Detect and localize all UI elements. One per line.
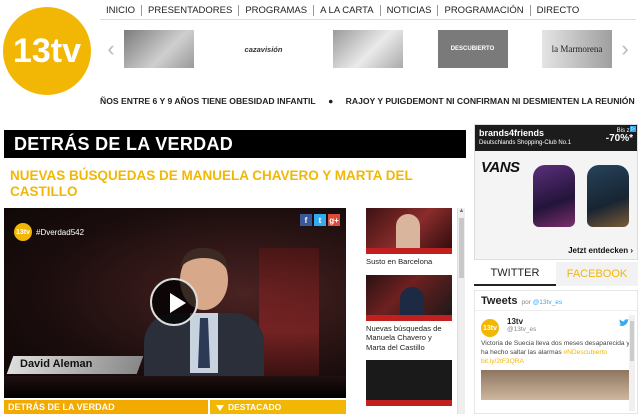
shows-list: cazavisión DESCUBIERTO la Marmorena	[122, 30, 614, 68]
play-button[interactable]	[150, 278, 198, 326]
ad-header: brands4friends Deutschlands Shopping-Club…	[475, 125, 637, 151]
nav-item-directo[interactable]: DIRECTO	[531, 5, 586, 16]
related-video-thumb[interactable]	[366, 274, 452, 321]
ad-cta-link[interactable]: Jetzt entdecken ›	[568, 246, 633, 255]
related-video-caption[interactable]: Susto en Barcelona	[366, 257, 452, 267]
social-tabs: TWITTER FACEBOOK	[474, 262, 638, 286]
video-hashtag: #Dverdad542	[36, 227, 85, 237]
ad-brand-sub: Deutschlands Shopping-Club No.1	[479, 140, 572, 146]
video-hashtag-tag: 13tv #Dverdad542	[14, 223, 84, 241]
twitter-icon[interactable]: t	[314, 214, 326, 226]
video-player[interactable]: 13tv #Dverdad542 f t g+ David Aleman	[4, 208, 346, 398]
thumb-bar	[366, 248, 452, 254]
thumb-bar	[366, 314, 452, 321]
presenter-name: David Aleman	[20, 358, 93, 370]
related-scrollbar[interactable]: ▲	[457, 208, 465, 414]
main-nav: INICIO PRESENTADORES PROGRAMAS A LA CART…	[100, 2, 636, 20]
tweet-link[interactable]: bit.ly/2tF3QRA	[481, 358, 524, 365]
ad-info-icon[interactable]: ▷	[630, 126, 636, 132]
related-videos: Susto en Barcelona Nuevas búsquedas de M…	[366, 208, 452, 406]
related-video-thumb[interactable]	[366, 208, 452, 254]
tweet-hashtag[interactable]: #NDescubierto	[563, 349, 607, 356]
ticker-item[interactable]: ÑOS ENTRE 6 Y 9 AÑOS TIENE OBESIDAD INFA…	[100, 96, 316, 106]
twitter-bird-icon	[619, 319, 629, 326]
section-title: DETRÁS DE LA VERDAD	[4, 130, 466, 158]
chevron-left-icon[interactable]: ‹	[100, 26, 122, 72]
site-logo[interactable]: 13tv	[2, 6, 92, 96]
ad-price: Bis zu -70%*	[606, 128, 633, 148]
backpack-image	[587, 165, 629, 227]
ad-brand: brands4friends Deutschlands Shopping-Club…	[479, 128, 571, 148]
thumb-bar	[366, 400, 452, 406]
chevron-down-icon	[216, 404, 224, 411]
timeline-handle-link[interactable]: @13tv_es	[533, 299, 562, 306]
scrollbar-thumb[interactable]	[459, 218, 464, 278]
facebook-icon[interactable]: f	[300, 214, 312, 226]
show-thumb-descubierto[interactable]: DESCUBIERTO	[437, 30, 508, 68]
featured-dropdown[interactable]: DESTACADO	[210, 400, 346, 414]
ticker-separator: ●	[328, 96, 334, 106]
ad-discount: -70%*	[605, 133, 633, 144]
scrollbar-thumb[interactable]	[630, 321, 634, 361]
news-ticker: ÑOS ENTRE 6 Y 9 AÑOS TIENE OBESIDAD INFA…	[100, 96, 636, 110]
show-thumb-cazavision[interactable]: cazavisión	[228, 30, 299, 68]
show-thumb-la-marmorena[interactable]: la Marmorena	[542, 30, 612, 68]
tweet-handle[interactable]: @13tv_es	[507, 326, 631, 333]
video-lower-band	[4, 376, 346, 398]
nav-item-presentadores[interactable]: PRESENTADORES	[142, 5, 240, 16]
tweet-user[interactable]: 13tv	[507, 317, 631, 326]
timeline-header: Tweets por @13tv_es	[475, 291, 637, 311]
tweet-image[interactable]	[481, 370, 631, 400]
show-thumb-3[interactable]	[333, 30, 403, 68]
logo-mark: 13tv	[3, 7, 91, 95]
backpack-image	[533, 165, 575, 227]
tab-facebook[interactable]: FACEBOOK	[556, 262, 638, 286]
featured-label: DESTACADO	[228, 402, 282, 412]
twitter-timeline: Tweets por @13tv_es 13tv 13tv @13tv_es V…	[474, 290, 638, 414]
nav-item-inicio[interactable]: INICIO	[100, 5, 143, 16]
video-share-buttons: f t g+	[300, 214, 340, 226]
tweet-body: Victoria de Suecia lleva dos meses desap…	[481, 340, 630, 356]
ticker-item[interactable]: RAJOY Y PUIGDEMONT NI CONFIRMAN NI DESMI…	[346, 96, 636, 106]
nav-item-a-la-carta[interactable]: A LA CARTA	[314, 5, 381, 16]
nav-item-programas[interactable]: PROGRAMAS	[239, 5, 315, 16]
advertisement[interactable]: brands4friends Deutschlands Shopping-Club…	[474, 124, 638, 260]
ad-brand-name: brands4friends	[479, 128, 545, 138]
tweet[interactable]: 13tv 13tv @13tv_es Victoria de Suecia ll…	[475, 311, 637, 406]
nav-item-noticias[interactable]: NOTICIAS	[381, 5, 439, 16]
google-plus-icon[interactable]: g+	[328, 214, 340, 226]
tab-twitter[interactable]: TWITTER	[474, 262, 556, 286]
timeline-title: Tweets	[481, 295, 518, 307]
byline-label: por	[521, 299, 531, 306]
channel-badge: 13tv	[14, 223, 32, 241]
related-video-thumb[interactable]	[366, 360, 452, 406]
related-video-caption[interactable]: Nuevas búsquedas de Manuela Chavero y Ma…	[366, 324, 452, 353]
nav-item-programacion[interactable]: PROGRAMACIÓN	[438, 5, 531, 16]
program-label[interactable]: DETRÁS DE LA VERDAD	[4, 400, 208, 414]
shows-carousel: ‹ cazavisión DESCUBIERTO la Marmorena ›	[100, 26, 636, 72]
ad-product-logo: VANS	[481, 159, 520, 176]
tweet-text: Victoria de Suecia lleva dos meses desap…	[481, 339, 631, 366]
avatar[interactable]: 13tv	[481, 319, 499, 337]
logo-text: 13tv	[13, 32, 81, 70]
timeline-byline: por @13tv_es	[521, 299, 562, 306]
presenter-image	[144, 247, 264, 398]
show-thumb-1[interactable]	[124, 30, 194, 68]
chevron-right-icon[interactable]: ›	[614, 26, 636, 72]
article-headline[interactable]: NUEVAS BÚSQUEDAS DE MANUELA CHAVERO Y MA…	[10, 168, 450, 200]
timeline-scrollbar[interactable]	[629, 315, 635, 411]
scroll-up-icon[interactable]: ▲	[458, 208, 465, 216]
